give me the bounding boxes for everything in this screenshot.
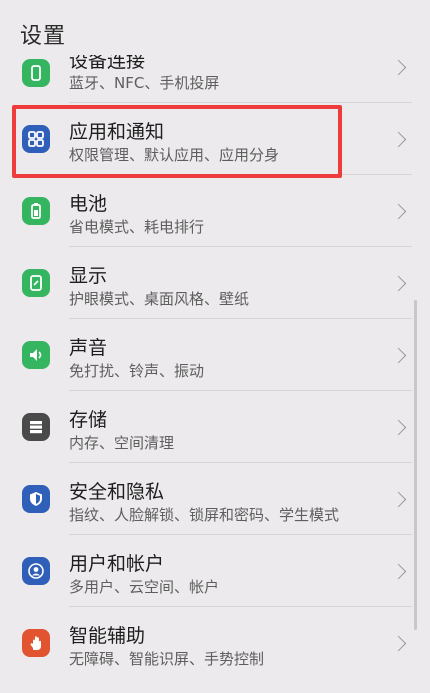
highlight-box (12, 105, 342, 178)
chevron-right-icon (390, 635, 407, 652)
scrollbar[interactable] (414, 300, 417, 630)
display-icon (22, 269, 50, 297)
settings-item-subtitle: 免打扰、铃声、振动 (69, 362, 205, 380)
sound-icon (22, 341, 50, 369)
settings-item-label: 显示 (69, 265, 108, 287)
settings-item-security-privacy[interactable]: 安全和隐私 指纹、人脸解锁、锁屏和密码、学生模式 (0, 463, 430, 535)
settings-item-label: 存储 (69, 409, 108, 431)
settings-item-subtitle: 多用户、云空间、帐户 (69, 578, 220, 596)
device-connection-icon (22, 59, 50, 87)
header-bar: 设置 (0, 0, 430, 55)
settings-item-label: 安全和隐私 (69, 481, 165, 503)
shield-icon (22, 485, 50, 513)
chevron-right-icon (390, 347, 407, 364)
chevron-right-icon (390, 275, 407, 292)
user-icon (22, 557, 50, 585)
hand-icon (22, 629, 50, 657)
settings-item-subtitle: 内存、空间清理 (69, 434, 175, 452)
settings-item-label: 电池 (69, 193, 108, 215)
settings-item-storage[interactable]: 存储 内存、空间清理 (0, 391, 430, 463)
settings-item-subtitle: 省电模式、耗电排行 (69, 218, 205, 236)
settings-item-users-accounts[interactable]: 用户和帐户 多用户、云空间、帐户 (0, 535, 430, 607)
settings-item-subtitle: 蓝牙、NFC、手机投屏 (69, 74, 220, 92)
chevron-right-icon (390, 563, 407, 580)
chevron-right-icon (390, 131, 407, 148)
settings-item-display[interactable]: 显示 护眼模式、桌面风格、壁纸 (0, 247, 430, 319)
settings-item-label: 智能辅助 (69, 625, 146, 647)
settings-item-subtitle: 护眼模式、桌面风格、壁纸 (69, 290, 250, 308)
settings-item-subtitle: 无障碍、智能识屏、手势控制 (69, 650, 265, 668)
settings-item-label: 用户和帐户 (69, 553, 165, 575)
settings-item-label: 声音 (69, 337, 108, 359)
settings-item-smart-assistance[interactable]: 智能辅助 无障碍、智能识屏、手势控制 (0, 607, 430, 679)
chevron-right-icon (390, 491, 407, 508)
page-title: 设置 (20, 24, 67, 49)
storage-icon (22, 413, 50, 441)
settings-item-sound[interactable]: 声音 免打扰、铃声、振动 (0, 319, 430, 391)
settings-item-subtitle: 指纹、人脸解锁、锁屏和密码、学生模式 (69, 506, 340, 524)
chevron-right-icon (390, 203, 407, 220)
chevron-right-icon (390, 59, 407, 76)
chevron-right-icon (390, 419, 407, 436)
battery-icon (22, 197, 50, 225)
settings-item-battery[interactable]: 电池 省电模式、耗电排行 (0, 175, 430, 247)
